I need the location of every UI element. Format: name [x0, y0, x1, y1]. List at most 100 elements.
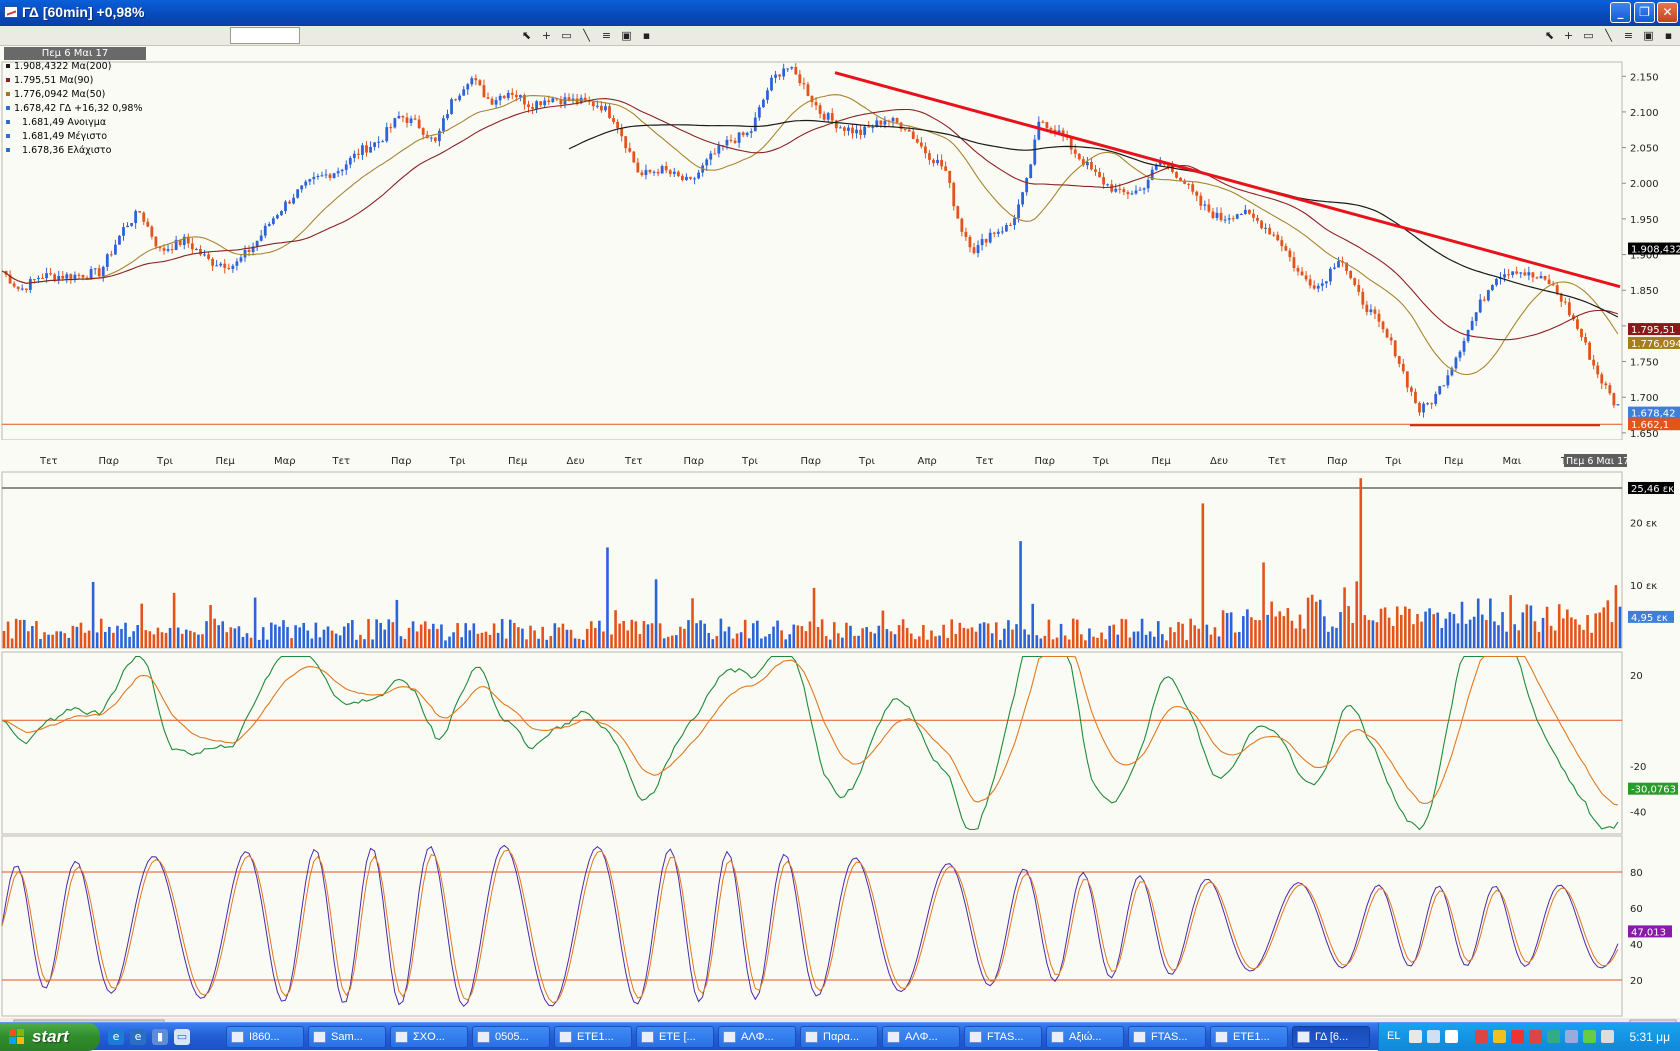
volume-bar — [982, 622, 986, 648]
hline-tool-icon-right[interactable]: ≡ — [1622, 29, 1635, 42]
volume-panel[interactable] — [1, 471, 1623, 649]
candle-body — [1029, 164, 1033, 179]
tray-help-icon[interactable] — [1445, 1030, 1458, 1043]
crosshair-tool-icon[interactable]: + — [540, 29, 553, 42]
candle-body — [162, 248, 166, 251]
rectangle-tool-icon[interactable]: ▭ — [560, 29, 573, 42]
candle-body — [1454, 357, 1458, 369]
candle-body — [1462, 341, 1466, 352]
taskbar-button[interactable]: ΓΔ [6... — [1292, 1026, 1370, 1048]
volume-bar — [326, 626, 330, 648]
volume-bar — [841, 637, 844, 648]
tray-volume-icon[interactable] — [1601, 1030, 1614, 1043]
taskbar-button[interactable]: Παρα... — [800, 1026, 878, 1048]
chart-tool-icon-right[interactable]: ▣ — [1642, 29, 1655, 42]
minimize-button[interactable]: _ — [1610, 2, 1631, 23]
tray-keyboard-icon[interactable] — [1427, 1030, 1440, 1043]
volume-bar — [881, 610, 885, 648]
line-tool-icon[interactable]: ╲ — [580, 29, 593, 42]
volume-bar — [31, 626, 34, 648]
volume-bar — [334, 633, 338, 648]
language-indicator[interactable]: EL — [1387, 1030, 1400, 1042]
candle-body — [1308, 279, 1312, 286]
save-icon[interactable]: ▪ — [640, 29, 653, 42]
volume-bar — [1120, 618, 1124, 648]
taskbar-button[interactable]: Αξιώ... — [1046, 1026, 1124, 1048]
volume-bar — [772, 626, 775, 648]
pointer-tool-icon-right[interactable]: ⬉ — [1543, 29, 1556, 42]
hline-tool-icon[interactable]: ≡ — [600, 29, 613, 42]
rectangle-tool-icon-right[interactable]: ▭ — [1582, 29, 1595, 42]
volume-bar — [622, 621, 625, 648]
taskbar-button[interactable]: I860... — [226, 1026, 304, 1048]
pointer-tool-icon[interactable]: ⬉ — [520, 29, 533, 42]
tray-antivirus-icon[interactable] — [1475, 1030, 1488, 1043]
line-tool-icon-right[interactable]: ╲ — [1602, 29, 1615, 42]
candle-body — [628, 148, 632, 152]
candle-body — [1523, 272, 1527, 276]
volume-bar — [691, 598, 694, 648]
volume-bar — [768, 633, 771, 648]
candle-body — [1434, 394, 1438, 404]
symbol-input[interactable] — [230, 27, 300, 44]
close-button[interactable]: ✕ — [1657, 2, 1678, 23]
taskbar-button[interactable]: ΕΤΕ [... — [636, 1026, 714, 1048]
taskbar-button[interactable]: ΕΤΕ1... — [554, 1026, 632, 1048]
volume-bar — [934, 636, 937, 648]
candle-body — [340, 169, 344, 172]
volume-bar — [261, 627, 265, 648]
volume-bar — [517, 627, 520, 648]
tray-pen-icon[interactable] — [1409, 1030, 1422, 1043]
taskbar-button[interactable]: FTAS... — [964, 1026, 1042, 1048]
desktop-quicklaunch-icon[interactable]: ▭ — [174, 1029, 190, 1045]
chart-area[interactable]: 2.1502.1002.0502.0001.9501.9001.8501.800… — [0, 46, 1680, 1046]
volume-bar — [440, 624, 443, 648]
candle-body — [672, 171, 676, 174]
browser-quicklaunch-icon[interactable]: e — [130, 1029, 146, 1045]
taskbar-button[interactable]: ΑΛΦ... — [718, 1026, 796, 1048]
volume-bar — [1399, 614, 1403, 648]
candle-body — [911, 131, 915, 139]
candle-body — [1195, 191, 1199, 196]
volume-bar — [55, 631, 58, 648]
taskbar-button[interactable]: ΣΧΟ... — [390, 1026, 468, 1048]
candle-body — [988, 232, 992, 243]
candle-body — [1584, 336, 1587, 343]
start-button[interactable]: start — [0, 1023, 100, 1051]
chart-toolbar: ⬉ + ▭ ╲ ≡ ▣ ▪ ⬉ + ▭ ╲ ≡ ▣ ▪ — [0, 26, 1680, 46]
candle-body — [506, 92, 510, 98]
candle-body — [37, 277, 40, 280]
volume-bar — [265, 639, 269, 648]
candle-body — [1207, 204, 1211, 212]
volume-bar — [1039, 638, 1043, 648]
taskbar-button[interactable]: ΑΛΦ... — [882, 1026, 960, 1048]
taskbar-button[interactable]: FTAS... — [1128, 1026, 1206, 1048]
candle-body — [1033, 139, 1037, 165]
chart-tool-icon[interactable]: ▣ — [620, 29, 633, 42]
volume-bar — [699, 620, 702, 648]
media-quicklaunch-icon[interactable]: ▮ — [152, 1029, 168, 1045]
tray-shield-icon[interactable] — [1493, 1030, 1506, 1043]
price-axis-label: 2.050 — [1630, 144, 1659, 155]
volume-bar — [1310, 594, 1314, 648]
tray-battery-icon[interactable] — [1583, 1030, 1596, 1043]
volume-bar — [233, 628, 237, 648]
volume-bar — [1221, 610, 1225, 648]
volume-bar — [253, 597, 257, 648]
restore-button[interactable]: ❐ — [1634, 2, 1655, 23]
candle-body — [486, 97, 490, 99]
tray-alert-icon[interactable] — [1511, 1030, 1524, 1043]
taskbar-button[interactable]: 0505... — [472, 1026, 550, 1048]
tray-monitor-icon[interactable] — [1565, 1030, 1578, 1043]
candle-body — [348, 157, 352, 165]
macd-panel[interactable] — [1, 651, 1623, 835]
ie-quicklaunch-icon[interactable]: e — [108, 1029, 124, 1045]
taskbar-button[interactable]: Sam... — [308, 1026, 386, 1048]
tray-network-icon[interactable] — [1547, 1030, 1560, 1043]
taskbar-button[interactable]: ΕΤΕ1... — [1210, 1026, 1288, 1048]
save-icon-right[interactable]: ▪ — [1662, 29, 1675, 42]
crosshair-tool-icon-right[interactable]: + — [1562, 29, 1575, 42]
volume-bar — [1582, 629, 1585, 648]
tray-update-icon[interactable] — [1529, 1030, 1542, 1043]
volume-bar — [1371, 620, 1375, 648]
